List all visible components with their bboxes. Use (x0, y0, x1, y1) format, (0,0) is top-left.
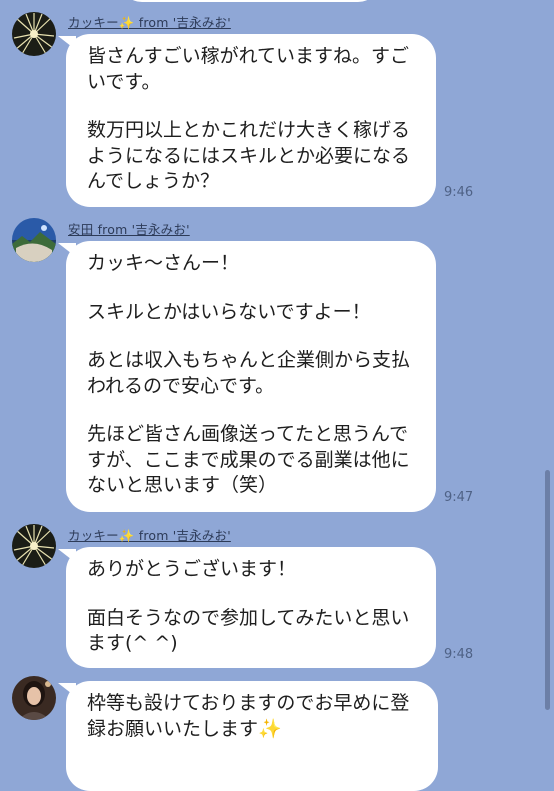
message-bubble: ありがとうございます！ 面白そうなので参加してみたいと思い ます(^ ^) (66, 547, 436, 668)
sender-name[interactable]: カッキー✨ from '吉永みお' (68, 12, 231, 31)
message-text: 数万円以上とかこれだけ大きく稼げる ようになるにはスキルとか必要になる んでしょ… (87, 119, 411, 192)
previous-message-bubble (120, 0, 380, 2)
sender-name[interactable]: カッキー✨ from '吉永みお' (68, 525, 231, 544)
message-text: 皆さんすごい稼がれていますね。すご いです。 (87, 45, 410, 93)
person-avatar-icon[interactable] (12, 676, 56, 720)
message-bubble: カッキ〜さんー！ スキルとかはいらないですよー！ あとは収入もちゃんと企業側から… (66, 241, 436, 512)
message-text: 面白そうなので参加してみたいと思い ます(^ ^) (87, 606, 410, 655)
message-bubble: 枠等も設けておりますのでお早めに登 録お願いいたします✨ (66, 681, 438, 791)
sender-name[interactable]: 安田 from '吉永みお' (68, 219, 190, 238)
chat-thread: カッキー✨ from '吉永みお' 皆さんすごい稼がれていますね。すご いです。… (0, 0, 554, 791)
scrollbar[interactable] (545, 470, 550, 710)
message-text: スキルとかはいらないですよー！ (87, 300, 371, 323)
sparkler-avatar-icon[interactable] (12, 12, 56, 56)
landscape-avatar-icon[interactable] (12, 218, 56, 262)
message-bubble: 皆さんすごい稼がれていますね。すご いです。 数万円以上とかこれだけ大きく稼げる… (66, 34, 436, 207)
message-timestamp: 9:47 (444, 490, 474, 505)
sparkler-avatar-icon[interactable] (12, 524, 56, 568)
message-timestamp: 9:48 (444, 647, 474, 662)
message-timestamp: 9:46 (444, 185, 474, 200)
message-text: あとは収入もちゃんと企業側から支払 われるので安心です。 (87, 349, 411, 397)
message-text: ありがとうございます！ (87, 558, 297, 580)
message-text: 枠等も設けておりますのでお早めに登 録お願いいたします✨ (87, 692, 410, 740)
message-text: カッキ〜さんー！ (87, 252, 240, 274)
message-text: 先ほど皆さん画像送ってたと思うんで すが、ここまで成果のでる副業は他に ないと思… (87, 423, 410, 496)
